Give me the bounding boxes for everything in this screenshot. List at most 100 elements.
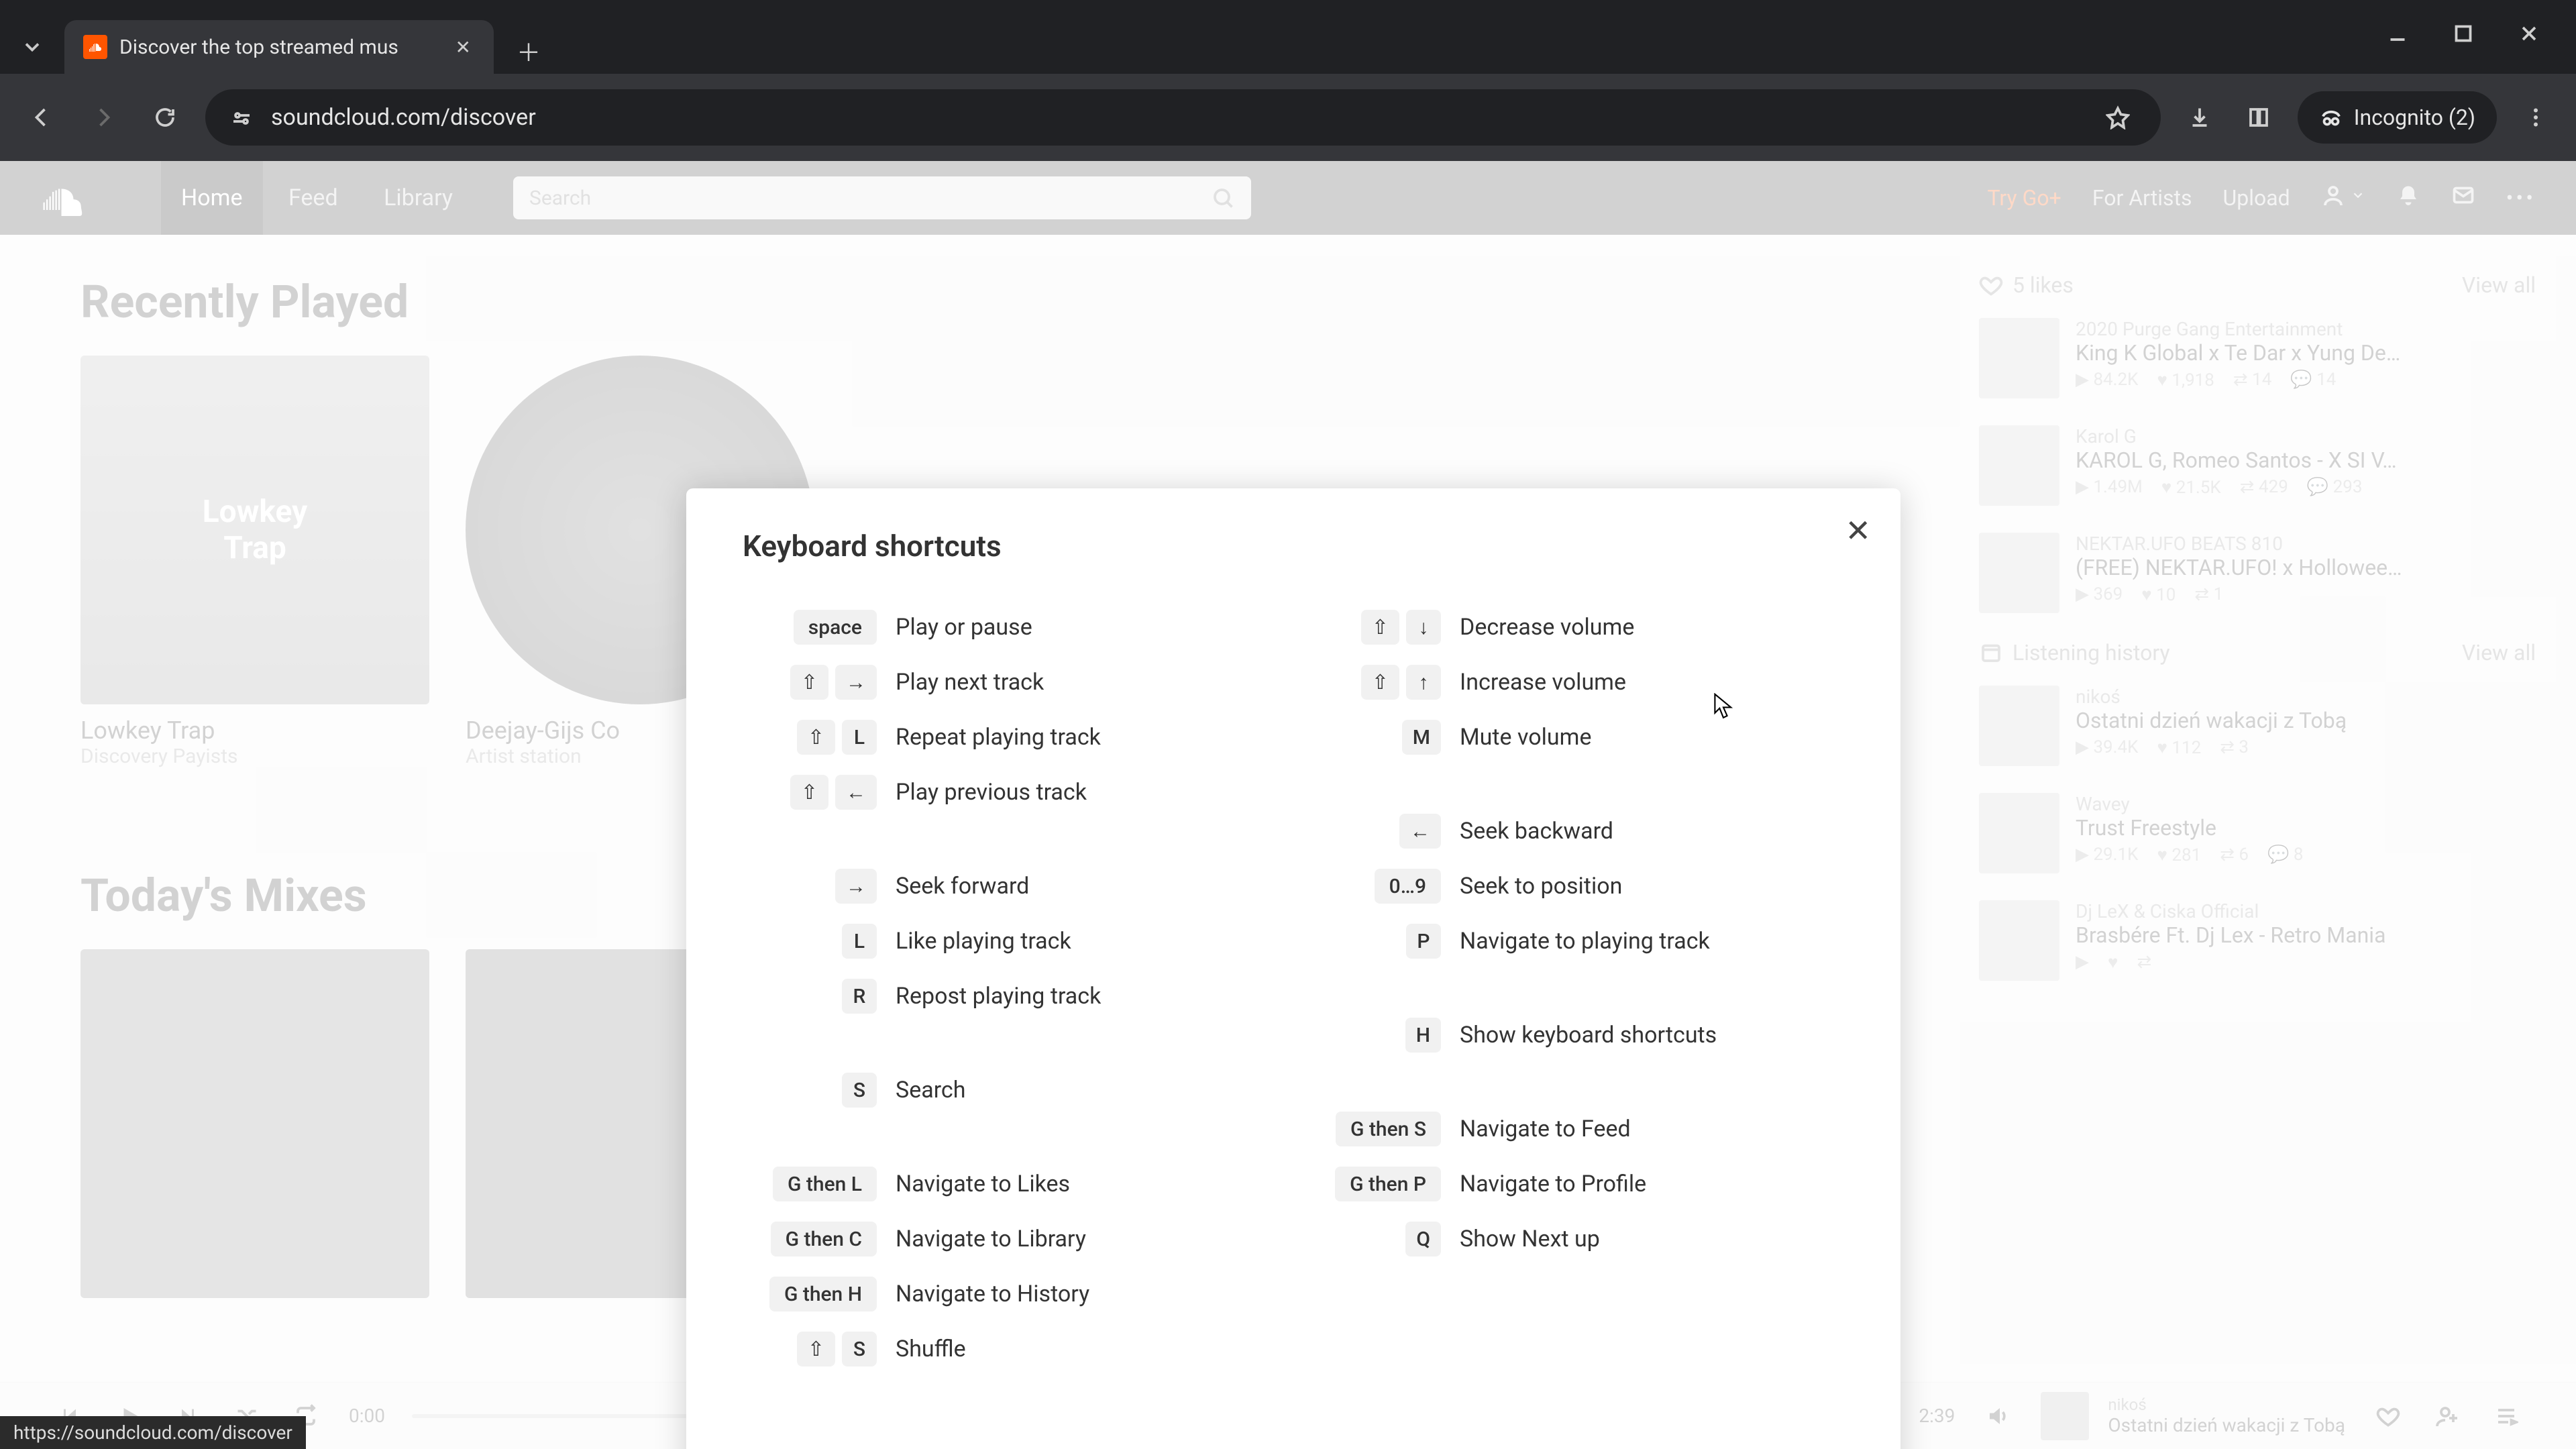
shortcut-keys: Q (1307, 1222, 1441, 1256)
shortcut-description: Shuffle (896, 1336, 966, 1362)
window-controls (2384, 0, 2576, 47)
shortcut-keys: G then H (743, 1277, 877, 1311)
shortcut-description: Decrease volume (1460, 614, 1634, 641)
shortcut-row: ← Seek backward (1307, 812, 1844, 851)
close-window-icon[interactable] (2516, 20, 2542, 47)
shortcut-keys: 0…9 (1307, 869, 1441, 904)
shortcut-keys: ← (1307, 814, 1441, 849)
shortcut-keys: space (743, 610, 877, 645)
shortcut-description: Repost playing track (896, 983, 1101, 1010)
key-badge: G then S (1336, 1112, 1441, 1146)
key-badge: G then H (769, 1277, 877, 1311)
shortcut-row: ⇧→Play next track (743, 663, 1280, 702)
incognito-badge[interactable]: Incognito (2) (2298, 91, 2497, 144)
shortcut-row: ⇧LRepeat playing track (743, 718, 1280, 757)
shortcut-description: Navigate to Feed (1460, 1116, 1631, 1142)
key-badge: ↑ (1406, 665, 1441, 700)
url-input[interactable] (271, 104, 2082, 131)
shortcut-keys: G then C (743, 1222, 877, 1256)
key-badge: L (842, 924, 877, 959)
shortcut-group: ⇧↓ Decrease volume ⇧↑Increase volume M Mute … (1307, 608, 1844, 773)
close-icon[interactable]: ✕ (1845, 513, 1871, 549)
shortcut-row: 0…9 Seek to position (1307, 867, 1844, 906)
browser-window: Discover the top streamed mus ✕ ＋ Incogn… (0, 0, 2576, 1449)
shortcut-row: HShow keyboard shortcuts (1307, 1016, 1844, 1055)
key-badge: Q (1405, 1222, 1441, 1256)
shortcut-group: space Play or pause ⇧→Play next track ⇧LRep… (743, 608, 1280, 828)
key-badge: M (1402, 720, 1441, 755)
shortcut-row: G then H Navigate to History (743, 1275, 1280, 1313)
shortcut-description: Seek forward (896, 873, 1029, 900)
back-button[interactable] (20, 96, 63, 139)
shortcut-description: Show Next up (1460, 1226, 1600, 1252)
shortcut-description: Like playing track (896, 928, 1071, 955)
new-tab-button[interactable]: ＋ (510, 32, 547, 70)
shortcut-description: Play previous track (896, 779, 1087, 806)
site-info-icon[interactable] (228, 104, 255, 131)
shortcut-group: ← Seek backward 0…9 Seek to position PNaviga… (1307, 812, 1844, 977)
shortcut-keys: G then S (1307, 1112, 1441, 1146)
shortcut-row: PNavigate to playing track (1307, 922, 1844, 961)
shortcut-description: Play or pause (896, 614, 1032, 641)
browser-menu-icon[interactable] (2516, 97, 2556, 138)
key-badge: ⇧ (1361, 610, 1399, 645)
forward-button[interactable] (82, 96, 125, 139)
key-badge: S (842, 1332, 877, 1366)
key-badge: ← (1399, 814, 1441, 849)
key-badge: G then L (773, 1167, 877, 1201)
downloads-icon[interactable] (2180, 97, 2220, 138)
shortcut-description: Play next track (896, 669, 1044, 696)
shortcut-row: G then CNavigate to Library (743, 1220, 1280, 1258)
key-badge: ⇧ (797, 1332, 835, 1366)
reader-icon[interactable] (2239, 97, 2279, 138)
tab-close-icon[interactable]: ✕ (451, 32, 475, 62)
status-url: https://soundcloud.com/discover (13, 1421, 292, 1444)
key-badge: G then C (771, 1222, 877, 1256)
shortcut-description: Navigate to History (896, 1281, 1089, 1307)
minimize-icon[interactable] (2384, 20, 2411, 47)
shortcut-column-right: ⇧↓ Decrease volume ⇧↑Increase volume M Mute … (1307, 608, 1844, 1424)
maximize-icon[interactable] (2450, 20, 2477, 47)
shortcut-row: ⇧↑Increase volume (1307, 663, 1844, 702)
modal-title: Keyboard shortcuts (743, 529, 1844, 564)
shortcut-description: Search (896, 1077, 965, 1104)
shortcut-row: G then S Navigate to Feed (1307, 1110, 1844, 1148)
shortcut-keys: R (743, 979, 877, 1014)
shortcut-description: Seek to position (1460, 873, 1622, 900)
shortcut-description: Mute volume (1460, 724, 1591, 751)
shortcut-keys: ⇧↓ (1307, 610, 1441, 645)
tabstrip: Discover the top streamed mus ✕ ＋ (0, 0, 547, 74)
bookmark-star-icon[interactable] (2098, 97, 2138, 138)
tab-search-dropdown[interactable] (13, 28, 51, 66)
viewport: Home Feed Library Try Go+ For Artists Up… (0, 161, 2576, 1449)
reload-button[interactable] (144, 96, 186, 139)
shortcut-keys: ⇧↑ (1307, 665, 1441, 700)
key-badge: ⇧ (1361, 665, 1399, 700)
incognito-label: Incognito (2) (2354, 105, 2475, 130)
address-bar[interactable] (205, 89, 2161, 146)
shortcut-column-left: spacePlay or pause⇧→Play next track⇧LRep… (743, 608, 1280, 1424)
shortcut-row: G then PNavigate to Profile (1307, 1165, 1844, 1203)
shortcut-keys: ⇧← (743, 775, 877, 810)
shortcut-row: ⇧← Play previous track (743, 773, 1280, 812)
shortcut-keys: → (743, 869, 877, 904)
shortcut-keys: M (1307, 720, 1441, 755)
shortcut-row: R Repost playing track (743, 977, 1280, 1016)
shortcut-description: Navigate to Profile (1460, 1171, 1646, 1197)
shortcut-keys: L (743, 924, 877, 959)
key-badge: ⇧ (790, 775, 828, 810)
browser-tab[interactable]: Discover the top streamed mus ✕ (64, 20, 494, 74)
shortcut-keys: ⇧L (743, 720, 877, 755)
shortcut-keys: G then L (743, 1167, 877, 1201)
key-badge: space (794, 610, 877, 645)
soundcloud-favicon (83, 35, 107, 59)
key-badge: 0…9 (1375, 869, 1441, 904)
titlebar: Discover the top streamed mus ✕ ＋ (0, 0, 2576, 74)
shortcut-row: Q Show Next up (1307, 1220, 1844, 1258)
shortcut-row: → Seek forward (743, 867, 1280, 906)
shortcut-group: SSearch (743, 1071, 1280, 1126)
key-badge: ⇧ (790, 665, 828, 700)
shortcut-group: → Seek forward L Like playing track R Repost … (743, 867, 1280, 1032)
keyboard-shortcuts-modal: ✕ Keyboard shortcuts space Play or pause ⇧… (686, 488, 1900, 1449)
shortcut-description: Seek backward (1460, 818, 1613, 845)
